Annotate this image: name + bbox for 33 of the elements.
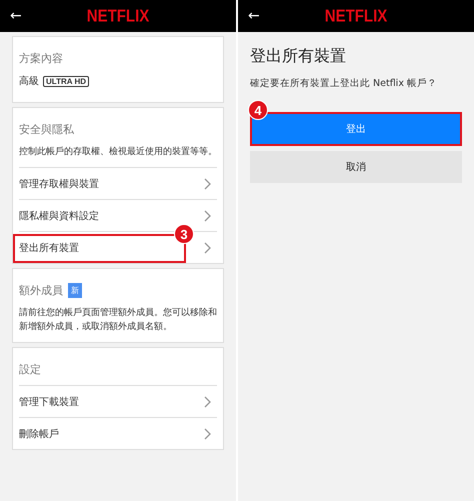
chevron-icon (204, 428, 211, 440)
chevron-icon (204, 178, 211, 190)
dialog-message: 確定要在所有裝置上登出此 Netflix 帳戶？ (250, 77, 438, 90)
logo: NETFLIX (324, 6, 388, 26)
plan-name: 高級 (19, 74, 39, 88)
chevron-icon (204, 396, 211, 408)
cancel-button[interactable]: 取消 (250, 151, 462, 183)
menu-item-label: 管理下載裝置 (19, 396, 79, 408)
menu-item[interactable]: 登出所有裝置 3 (19, 231, 217, 263)
menu-item-label: 管理存取權與裝置 (19, 178, 99, 190)
new-badge: 新 (68, 283, 82, 298)
step-number-badge: 4 (248, 100, 268, 120)
dialog-title: 登出所有裝置 (250, 45, 347, 67)
section-title: 安全與隱私 (19, 122, 74, 137)
chevron-icon (204, 242, 211, 254)
ultra-hd-badge: ULTRA HD (43, 76, 89, 86)
logo: NETFLIX (86, 6, 150, 26)
menu-item[interactable]: 管理下載裝置 (19, 385, 217, 417)
step-number-badge: 3 (174, 224, 194, 244)
section-title: 設定 (19, 362, 41, 377)
description: 控制此帳戶的存取權、檢視最近使用的裝置等等。 (19, 146, 217, 159)
sign-out-button[interactable]: 登出 (252, 114, 460, 144)
section-title: 方案內容 (19, 51, 63, 66)
back-button[interactable]: ← (0, 8, 22, 24)
menu-item[interactable]: 刪除帳戶 (19, 417, 217, 449)
section-title: 額外成員 (19, 283, 63, 298)
menu-item-label: 隱私權與資料設定 (19, 210, 99, 222)
menu-item-label: 登出所有裝置 (19, 242, 79, 254)
back-button[interactable]: ← (238, 8, 260, 24)
chevron-icon (204, 210, 211, 222)
menu-item[interactable]: 管理存取權與裝置 (19, 167, 217, 199)
description: 請前往您的帳戶頁面管理額外成員。您可以移除和新增額外成員，或取消額外成員名額。 (19, 306, 217, 334)
menu-item-label: 刪除帳戶 (19, 428, 59, 440)
